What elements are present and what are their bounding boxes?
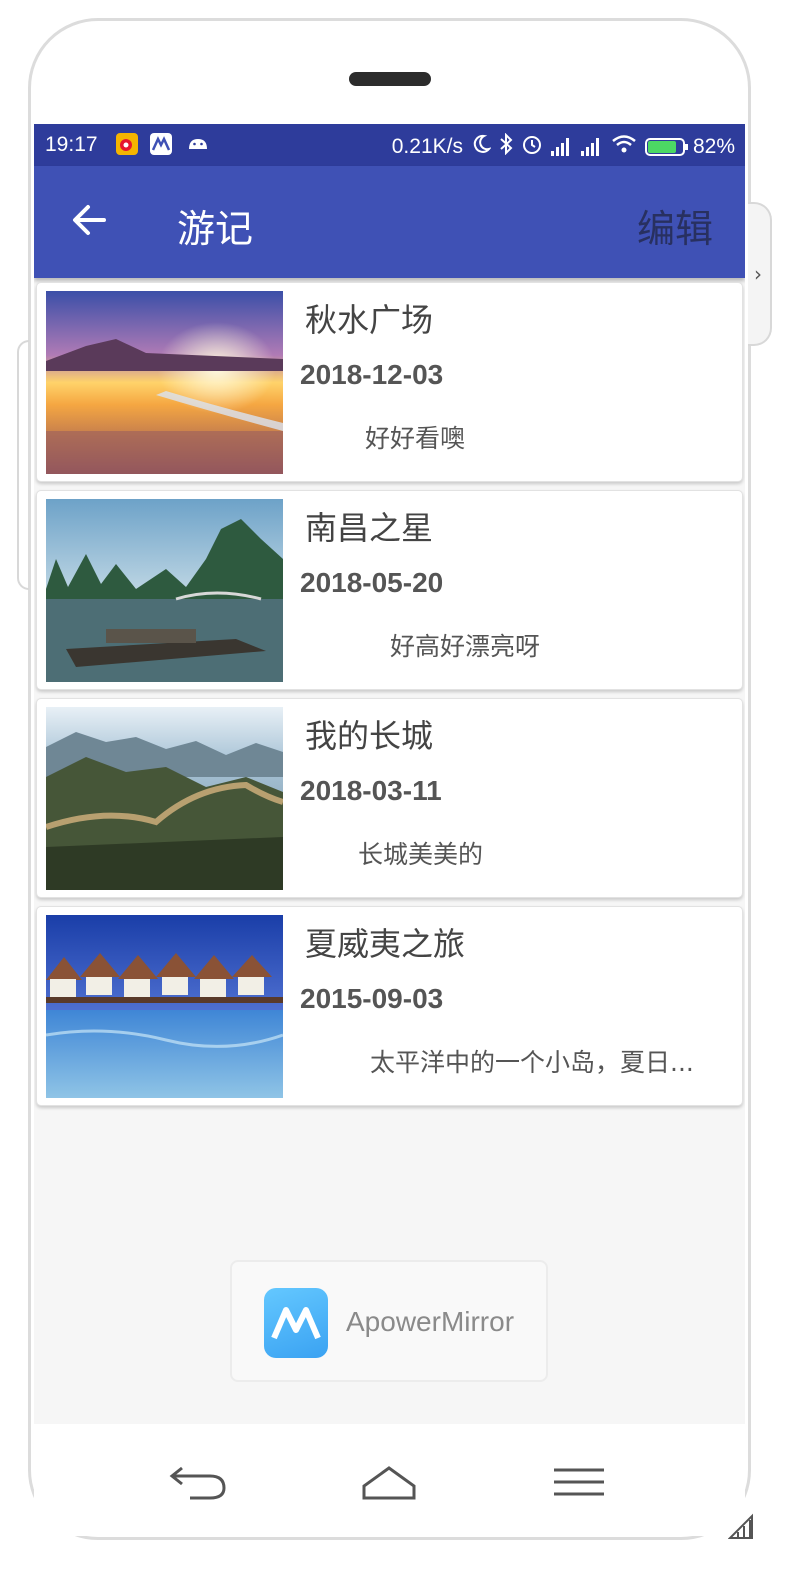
phone-screen: 19:17 0.21K/s 82% 游记 编辑 秋水广场 2018-12-03 … [34,124,745,1424]
apowermirror-icon [150,133,172,155]
nav-menu-icon[interactable] [544,1452,614,1512]
page-title: 游记 [177,207,254,251]
entry-date: 2018-12-03 [300,359,444,390]
chevron-right-icon: › [754,262,762,286]
tropical-huts-water-photo [46,915,283,1098]
status-right-group: 0.21K/s 82% [391,132,735,161]
app-bar: 游记 编辑 [34,166,745,278]
entry-title: 南昌之星 [305,509,434,547]
entry-title: 夏威夷之旅 [305,925,466,963]
nav-bar [34,1424,745,1536]
sunset-lake-photo [46,291,283,474]
apowermirror-watermark: ApowerMirror [230,1260,548,1382]
list-item[interactable]: 我的长城 2018-03-11 长城美美的 [36,698,743,898]
entry-date: 2015-09-03 [300,983,444,1014]
status-bar: 19:17 0.21K/s 82% [34,124,745,166]
list-item[interactable]: 夏威夷之旅 2015-09-03 太平洋中的一个小岛，夏日... [36,906,743,1106]
network-speed: 0.21K/s [391,135,463,158]
battery-percent: 82% [692,135,735,158]
karst-mountains-river-photo [46,499,283,682]
arrow-left-icon[interactable] [70,200,110,240]
edit-button[interactable]: 编辑 [637,198,713,253]
list-item[interactable]: 南昌之星 2018-05-20 好高好漂亮呀 [36,490,743,690]
apowermirror-logo-icon [264,1288,328,1358]
signal-icon [550,138,573,156]
nav-home-icon[interactable] [354,1452,424,1512]
bluetooth-icon [499,132,513,161]
entry-description: 长城美美的 [358,840,484,869]
android-icon [186,133,208,155]
phone-speaker [349,72,431,86]
list-item[interactable]: 秋水广场 2018-12-03 好好看噢 [36,282,743,482]
entry-date: 2018-03-11 [300,775,442,806]
entry-description: 太平洋中的一个小岛，夏日... [370,1048,694,1077]
moon-icon [471,134,492,160]
entry-title: 秋水广场 [305,301,434,339]
side-panel-toggle[interactable]: › [748,202,772,346]
wifi-icon [611,134,637,160]
entry-description: 好好看噢 [365,424,466,453]
battery-charging-icon [644,138,688,156]
phone-side-button [17,340,29,590]
nav-back-icon[interactable] [164,1452,234,1512]
weibo-icon [116,133,138,155]
watermark-text: ApowerMirror [346,1306,515,1337]
entry-date: 2018-05-20 [300,567,444,598]
great-wall-photo [46,707,283,890]
entry-description: 好高好漂亮呀 [390,632,541,661]
entry-title: 我的长城 [305,717,434,755]
signal-icon [727,1510,754,1540]
status-time: 19:17 [45,133,98,156]
signal-icon [580,138,603,156]
alarm-icon [521,133,543,161]
